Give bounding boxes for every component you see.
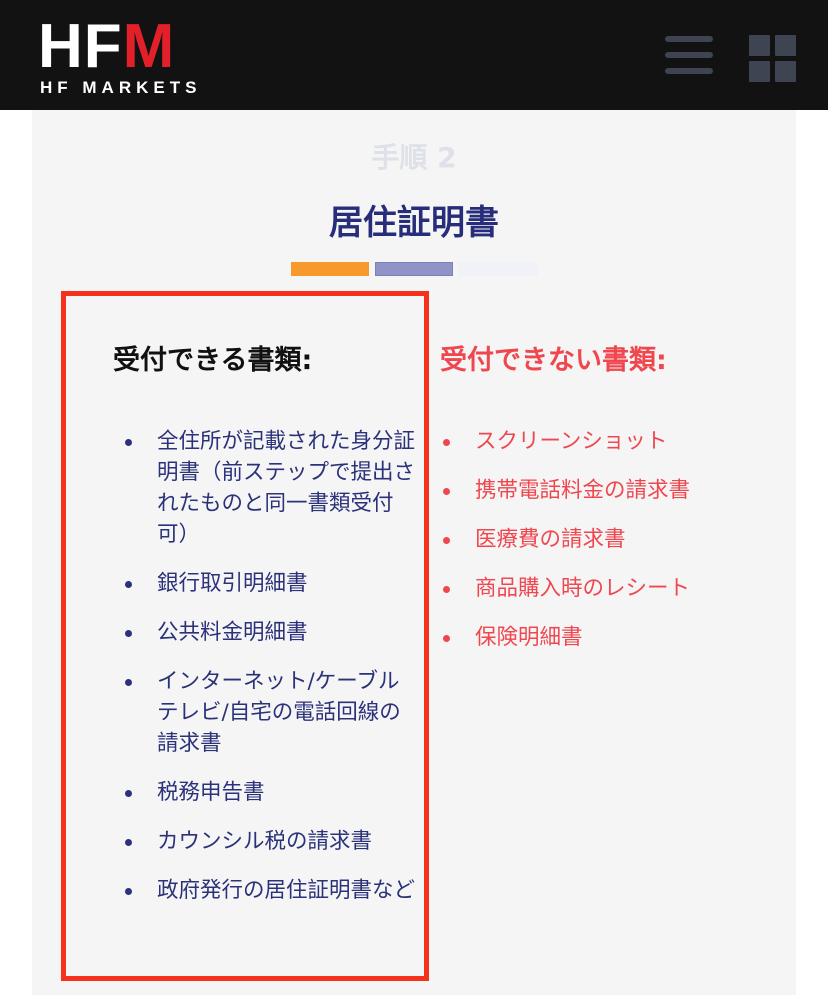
bullet-icon (125, 679, 132, 686)
bullet-icon (125, 630, 132, 637)
menu-bar (665, 36, 713, 42)
list-item: スクリーンショット (443, 426, 805, 457)
list-item: 公共料金明細書 (125, 617, 415, 648)
list-item: カウンシル税の請求書 (125, 826, 415, 857)
menu-bar (665, 68, 713, 74)
logo-subtitle: HF MARKETS (40, 78, 202, 97)
list-item: インターネット/ケーブルテレビ/自宅の電話回線の請求書 (125, 666, 415, 759)
menu-bar (665, 52, 713, 58)
grid-cell (775, 35, 796, 56)
list-item-text: 公共料金明細書 (157, 620, 308, 645)
list-item: 携帯電話料金の請求書 (443, 475, 805, 506)
list-item-text: スクリーンショット (475, 429, 668, 454)
hamburger-menu-icon[interactable] (665, 36, 715, 76)
progress-step-1 (291, 262, 369, 276)
grid-cell (775, 61, 796, 82)
rejected-documents-title: 受付できない書類: (440, 345, 667, 376)
list-item: 商品購入時のレシート (443, 573, 805, 604)
list-item: 銀行取引明細書 (125, 568, 415, 599)
progress-step-3 (458, 262, 538, 276)
bullet-icon (443, 488, 450, 495)
list-item-text: 携帯電話料金の請求書 (475, 478, 691, 503)
list-item-text: 保険明細書 (475, 625, 583, 650)
list-item: 税務申告書 (125, 777, 415, 808)
bullet-icon (443, 635, 450, 642)
logo-wordmark: HFM (38, 16, 175, 78)
list-item-text: インターネット/ケーブルテレビ/自宅の電話回線の請求書 (157, 669, 401, 756)
header-bar: HFM HF MARKETS (0, 0, 828, 110)
bullet-icon (443, 537, 450, 544)
bullet-icon (125, 888, 132, 895)
list-item-text: 銀行取引明細書 (157, 571, 308, 596)
progress-step-2 (375, 262, 453, 276)
list-item-text: 全住所が記載された身分証明書（前ステップで提出されたものと同一書類受付可） (157, 429, 416, 547)
bullet-icon (125, 839, 132, 846)
bullet-icon (443, 439, 450, 446)
grid-cell (749, 61, 770, 82)
bullet-icon (125, 790, 132, 797)
list-item: 医療費の請求書 (443, 524, 805, 555)
list-item: 保険明細書 (443, 622, 805, 653)
logo-main-letters: HF (38, 12, 123, 81)
list-item: 政府発行の居住証明書など (125, 875, 416, 906)
hfm-logo[interactable]: HFM HF MARKETS (38, 16, 218, 100)
logo-accent-letter: M (122, 12, 176, 81)
list-item-text: 商品購入時のレシート (475, 576, 691, 601)
rejected-documents-list: スクリーンショット 携帯電話料金の請求書 医療費の請求書 商品購入時のレシート … (443, 426, 805, 671)
list-item-text: 政府発行の居住証明書など (157, 878, 416, 903)
list-item-text: 医療費の請求書 (475, 527, 626, 552)
bullet-icon (443, 586, 450, 593)
list-item: 全住所が記載された身分証明書（前ステップで提出されたものと同一書類受付可） (125, 426, 416, 550)
grid-icon[interactable] (749, 35, 797, 83)
list-item-text: カウンシル税の請求書 (157, 829, 373, 854)
bullet-icon (125, 439, 132, 446)
accepted-documents-list: 全住所が記載された身分証明書（前ステップで提出されたものと同一書類受付可） 銀行… (125, 426, 416, 924)
grid-cell (749, 35, 770, 56)
page-title: 居住証明書 (329, 203, 499, 243)
list-item-text: 税務申告書 (157, 780, 265, 805)
step-label: 手順 2 (371, 141, 457, 174)
accepted-documents-title: 受付できる書類: (113, 345, 313, 376)
bullet-icon (125, 581, 132, 588)
